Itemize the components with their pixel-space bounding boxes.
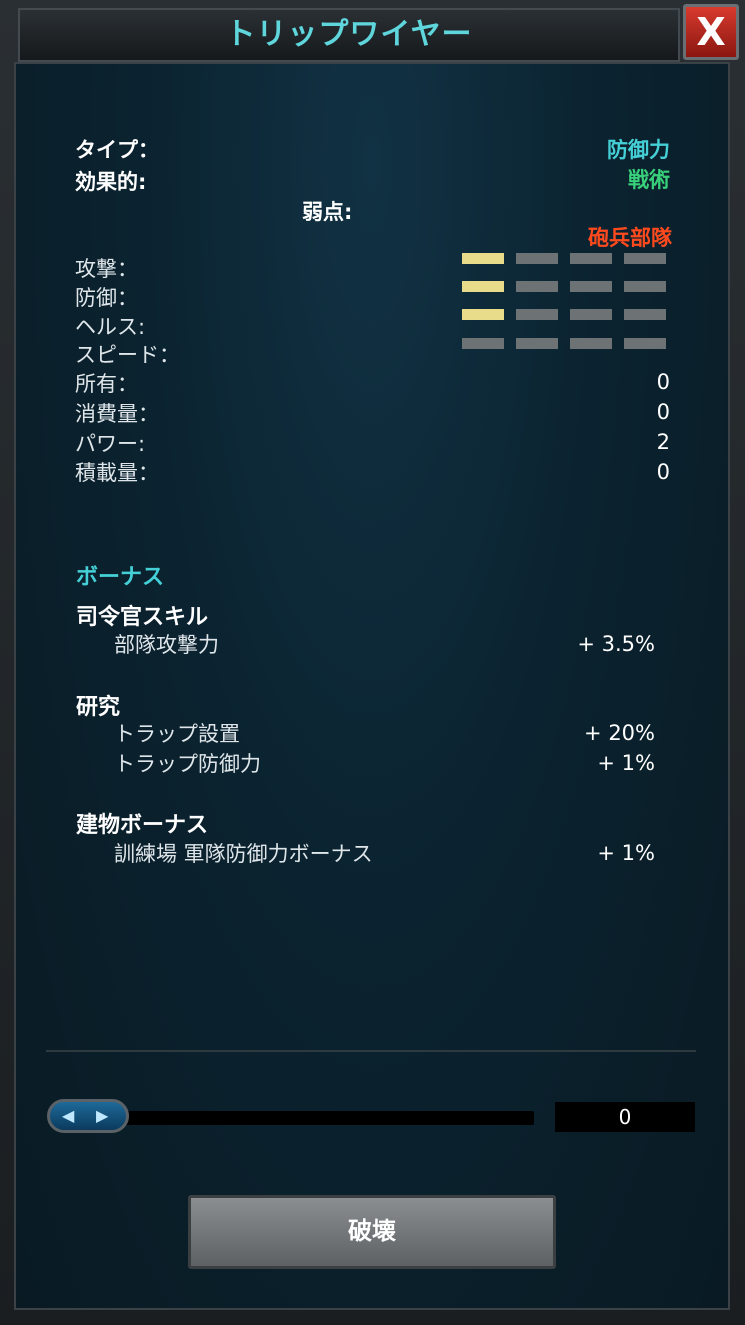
rating-segment (462, 253, 504, 264)
close-button[interactable]: X (683, 4, 739, 60)
speed-label: スピード： (75, 343, 180, 367)
rating-segment (516, 281, 558, 292)
dialog-title: トリップワイヤー (225, 17, 473, 52)
research-value-trap-defense: + 1% (597, 751, 655, 775)
divider (46, 1050, 696, 1052)
rating-segment (462, 338, 504, 349)
bonus-heading: ボーナス (76, 565, 165, 590)
health-rating-bar (462, 309, 666, 321)
rating-segment (516, 253, 558, 264)
attack-rating-bar (462, 253, 666, 265)
rating-segment (516, 338, 558, 349)
rating-segment (516, 309, 558, 320)
research-item-trap-placement: トラップ設置 (114, 722, 240, 746)
owned-value: 0 (656, 370, 670, 394)
research-heading: 研究 (76, 695, 121, 720)
speed-rating-bar (462, 338, 666, 350)
title-bar: トリップワイヤー (18, 8, 680, 62)
health-label: ヘルス: (75, 315, 146, 339)
rating-segment (624, 253, 666, 264)
load-label: 積載量： (75, 461, 159, 485)
rating-segment (624, 309, 666, 320)
commander-skill-item: 部隊攻撃力 (114, 633, 219, 657)
arrow-right-icon: ▶ (96, 1106, 109, 1125)
upkeep-value: 0 (656, 400, 670, 424)
quantity-slider-track[interactable] (110, 1111, 534, 1125)
quantity-slider-handle[interactable]: ◀ ▶ (47, 1099, 129, 1133)
rating-segment (624, 281, 666, 292)
rating-segment (624, 338, 666, 349)
upkeep-label: 消費量： (75, 402, 159, 426)
building-bonus-heading: 建物ボーナス (76, 813, 209, 838)
quantity-input[interactable]: 0 (555, 1102, 695, 1132)
destroy-button[interactable]: 破壊 (188, 1195, 556, 1269)
rating-segment (462, 309, 504, 320)
effective-label: 効果的: (75, 170, 147, 194)
arrow-left-icon: ◀ (62, 1106, 75, 1125)
rating-segment (570, 338, 612, 349)
weak-label: 弱点: (302, 200, 353, 224)
rating-segment (462, 281, 504, 292)
commander-skill-heading: 司令官スキル (76, 605, 209, 630)
rating-segment (570, 281, 612, 292)
power-label: パワー: (75, 432, 146, 456)
research-item-trap-defense: トラップ防御力 (114, 752, 261, 776)
defense-rating-bar (462, 281, 666, 293)
rating-segment (570, 309, 612, 320)
building-bonus-item: 訓練場 軍隊防御力ボーナス (114, 842, 373, 866)
owned-label: 所有： (75, 372, 138, 396)
rating-segment (570, 253, 612, 264)
building-bonus-value: + 1% (597, 841, 655, 865)
commander-skill-value: + 3.5% (577, 632, 655, 656)
attack-label: 攻撃： (75, 257, 138, 281)
effective-value: 戦術 (628, 168, 670, 192)
weak-value: 砲兵部隊 (588, 226, 672, 250)
load-value: 0 (656, 460, 670, 484)
type-value: 防御力 (607, 138, 670, 162)
defense-label: 防御： (75, 286, 138, 310)
research-value-trap-placement: + 20% (584, 721, 655, 745)
type-label: タイプ： (75, 138, 159, 162)
power-value: 2 (656, 430, 670, 454)
